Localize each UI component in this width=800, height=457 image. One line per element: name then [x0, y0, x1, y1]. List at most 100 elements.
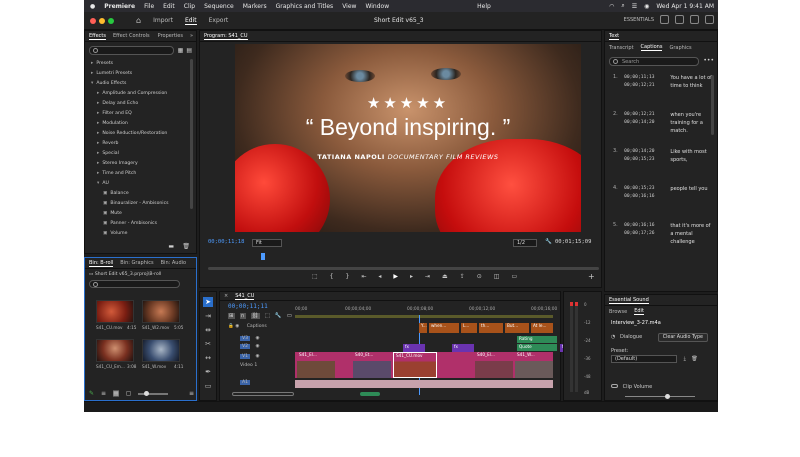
program-playhead[interactable]: [261, 253, 265, 260]
caption-clip[interactable]: At le...: [531, 323, 553, 333]
captions-toggle-icon[interactable]: ▭: [287, 313, 292, 319]
control-center-icon[interactable]: ☰: [632, 3, 637, 10]
menu-view[interactable]: View: [342, 3, 356, 10]
menu-markers[interactable]: Markers: [243, 3, 267, 10]
eye-icon[interactable]: ◉: [256, 336, 260, 341]
caption-row[interactable]: 3. 00;00;14;20 00;00;15;23 Like with most…: [605, 144, 717, 181]
tab-effects[interactable]: Effects: [89, 33, 106, 40]
tree-item-presets[interactable]: Presets: [91, 59, 196, 69]
vr-icon[interactable]: ◫: [494, 273, 500, 280]
video-clip[interactable]: S41_El...: [297, 352, 335, 378]
step-back-icon[interactable]: ◂: [378, 273, 381, 280]
captions-scrollbar[interactable]: [711, 75, 714, 135]
video-clip[interactable]: S41_W...: [515, 352, 553, 378]
sequence-tab[interactable]: S41_CU: [235, 293, 255, 300]
zoom-select[interactable]: Fit: [252, 239, 282, 247]
extract-icon[interactable]: ⇪: [460, 273, 465, 280]
workspace-label[interactable]: ESSENTIALS: [624, 17, 654, 23]
add-marker-icon[interactable]: ⬚: [265, 313, 270, 319]
effect-item[interactable]: Balance: [91, 189, 196, 199]
play-icon[interactable]: ▶: [393, 273, 398, 280]
workspaces-icon[interactable]: [660, 15, 669, 24]
menu-file[interactable]: File: [144, 3, 154, 10]
caption-text[interactable]: people tell you: [670, 185, 713, 218]
tree-item[interactable]: Reverb: [91, 139, 196, 149]
menu-sequence[interactable]: Sequence: [204, 3, 234, 10]
eye-icon[interactable]: ◉: [235, 324, 239, 329]
caption-clip[interactable]: when...: [429, 323, 459, 333]
eye-icon[interactable]: ◉: [256, 354, 260, 359]
tree-item[interactable]: Modulation: [91, 119, 196, 129]
menu-help[interactable]: Help: [477, 3, 491, 10]
clip-quote[interactable]: Quote: [517, 344, 557, 351]
work-area-bar[interactable]: [295, 315, 553, 318]
new-preset-bin-icon[interactable]: ▦: [178, 47, 184, 54]
linked-selection-icon[interactable]: ⛓: [250, 313, 260, 319]
snap-icon[interactable]: ∩: [239, 313, 246, 319]
video-clip[interactable]: S40_El...: [475, 352, 513, 378]
progress-icon[interactable]: [690, 15, 699, 24]
menu-edit[interactable]: Edit: [163, 3, 175, 10]
clip-thumbnail[interactable]: [96, 339, 134, 362]
captions-search-input[interactable]: Search: [609, 57, 699, 66]
siri-icon[interactable]: ◉: [644, 3, 649, 10]
timeline-zoom-bar[interactable]: [232, 392, 294, 396]
delete-icon[interactable]: 🗑: [182, 243, 190, 250]
home-icon[interactable]: ⌂: [136, 16, 141, 25]
caption-text[interactable]: that it's more of a mental challenge: [670, 222, 713, 255]
clear-audio-type-button[interactable]: Clear Audio Type: [657, 333, 708, 342]
timeline-timecode[interactable]: 00;00;11;11: [228, 303, 268, 310]
caption-row[interactable]: 1. 00;00;11;13 00;00;12;21 You have a lot…: [605, 70, 717, 107]
add-marker-icon[interactable]: ⬚: [312, 273, 318, 280]
tree-item[interactable]: Stereo Imagery: [91, 159, 196, 169]
caption-clip[interactable]: L...: [461, 323, 477, 333]
tree-item-lumetri[interactable]: Lumetri Presets: [91, 69, 196, 79]
lock-icon[interactable]: 🔒: [228, 324, 234, 329]
menu-graphics[interactable]: Graphics and Titles: [276, 3, 334, 10]
menu-clip[interactable]: Clip: [184, 3, 195, 10]
nest-icon[interactable]: ⊞: [228, 313, 235, 319]
pen-tool-icon[interactable]: ✒: [203, 367, 213, 377]
volume-slider[interactable]: [625, 394, 695, 399]
settings-icon[interactable]: 🔧: [275, 313, 282, 319]
new-bin-icon[interactable]: ▬: [168, 243, 174, 250]
tab-bin-graphics[interactable]: Bin: Graphics: [120, 260, 153, 266]
essential-sound-title[interactable]: Essential Sound: [609, 297, 649, 304]
bin-search-input[interactable]: [89, 280, 180, 288]
search-icon[interactable]: ⌕: [621, 2, 624, 10]
zoom-slider[interactable]: [138, 390, 169, 396]
mark-out-icon[interactable]: }: [346, 273, 350, 280]
caption-text[interactable]: You have a lot of time to think: [670, 74, 713, 107]
effect-item[interactable]: Mute: [91, 209, 196, 219]
video-clip[interactable]: S40_Et...: [353, 352, 391, 378]
quick-export-icon[interactable]: [675, 15, 684, 24]
menubar-clock[interactable]: Wed Apr 1 9:41 AM: [656, 3, 714, 10]
tab-properties[interactable]: Properties: [158, 33, 183, 39]
caption-text[interactable]: Like with most sports,: [670, 148, 713, 181]
fx-clip[interactable]: fx: [403, 344, 425, 352]
eye-icon[interactable]: ◉: [256, 344, 260, 349]
tab-export[interactable]: Export: [209, 17, 229, 24]
caption-clip[interactable]: Y...: [419, 323, 427, 333]
ripple-edit-icon[interactable]: ⇹: [203, 325, 213, 335]
clip-volume-toggle[interactable]: [611, 384, 618, 388]
pencil-icon[interactable]: ✎: [89, 390, 94, 397]
caption-row[interactable]: 5. 00;00;16;16 00;00;17;26 that it's more…: [605, 218, 717, 255]
audio1-lane[interactable]: [295, 380, 553, 388]
effect-item[interactable]: Panner - Ambisonics: [91, 219, 196, 229]
caption-text[interactable]: when you're training for a match.: [670, 111, 713, 144]
go-to-in-icon[interactable]: ⇤: [361, 273, 366, 280]
go-to-out-icon[interactable]: ⇥: [425, 273, 430, 280]
camera-icon[interactable]: ⊙: [477, 273, 482, 280]
tab-transcript[interactable]: Transcript: [609, 45, 634, 51]
menu-app-name[interactable]: Premiere: [104, 3, 135, 10]
timeline-hscroll[interactable]: [360, 392, 380, 396]
bin-menu-icon[interactable]: ≡: [189, 390, 194, 397]
time-ruler[interactable]: 00;00 00;00;04;00 00;00;08;00 00;00;12;0…: [295, 307, 557, 319]
list-view-icon[interactable]: ≡: [101, 390, 106, 397]
tree-item-audio-effects[interactable]: Audio Effects: [91, 79, 196, 89]
tree-item[interactable]: Amplitude and Compression: [91, 89, 196, 99]
lift-icon[interactable]: ⏏: [442, 273, 448, 280]
panel-menu-icon[interactable]: »: [190, 33, 193, 39]
wrench-icon[interactable]: 🔧: [545, 239, 552, 245]
